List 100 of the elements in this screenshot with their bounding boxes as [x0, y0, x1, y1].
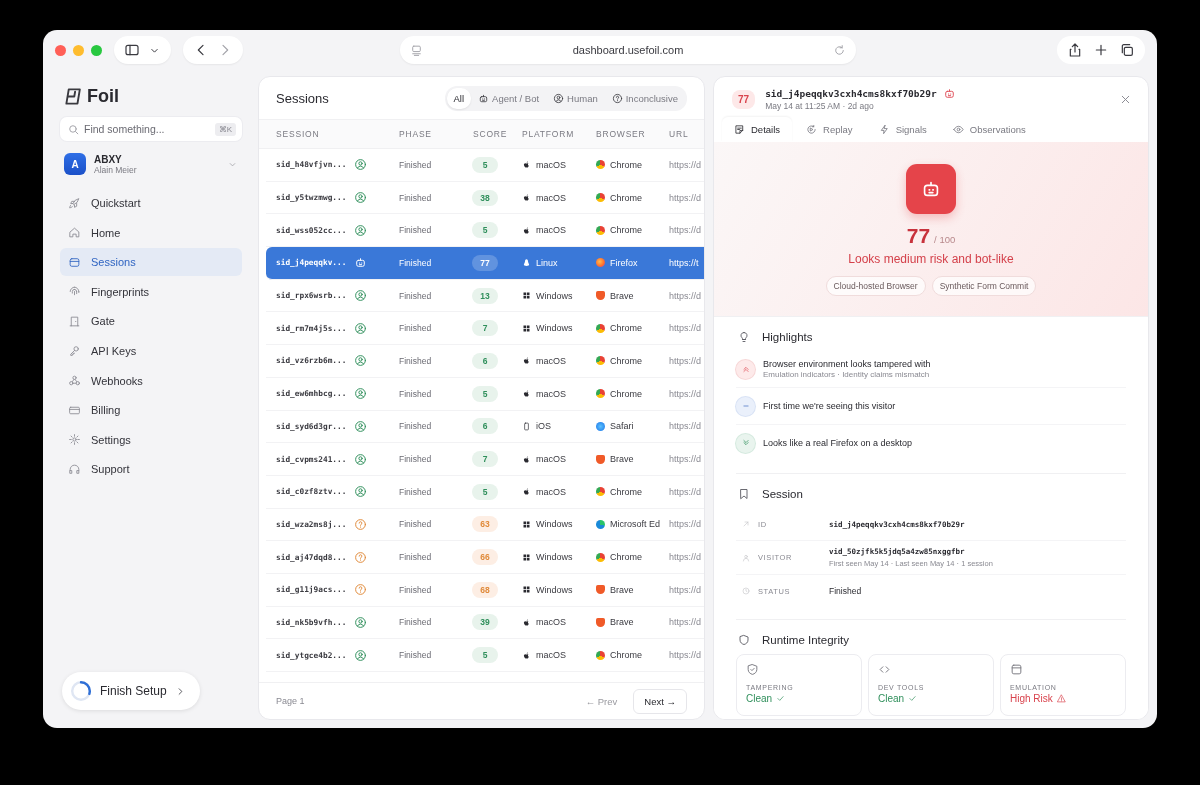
filter-tab[interactable]: Agent / Bot	[471, 87, 547, 109]
platform-name: Windows	[536, 519, 573, 530]
close-window-icon[interactable]	[55, 44, 66, 56]
check-status: Clean	[878, 693, 905, 704]
session-id: sid_j4peqqkv3cxh4cms8kxf70b29r	[765, 88, 937, 99]
filter-tab[interactable]: Inconclusive	[604, 87, 685, 109]
brand-name: Foil	[87, 86, 119, 107]
browser-logo-icon	[596, 487, 605, 497]
arrow-icon	[742, 520, 750, 528]
browser-logo-icon	[596, 585, 605, 595]
address-bar[interactable]: dashboard.usefoil.com	[400, 36, 856, 64]
signal-tag: Cloud-hosted Browser	[825, 276, 926, 296]
tabs-overview-icon[interactable]	[1119, 42, 1135, 58]
person-icon	[742, 553, 750, 562]
platform-name: Windows	[536, 552, 573, 563]
score-badge: 39	[472, 614, 498, 631]
nav-item[interactable]: Settings	[60, 425, 242, 454]
column-header: SESSION	[276, 129, 321, 139]
url-text: https://d	[669, 650, 702, 661]
browser-name: Chrome	[610, 388, 642, 399]
clock-icon	[742, 587, 750, 595]
browser-logo-icon	[596, 389, 605, 399]
nav-item[interactable]: Gate	[60, 307, 242, 336]
browser-name: Chrome	[610, 486, 642, 497]
filter-tab[interactable]: All	[446, 87, 472, 109]
phase-text: Finished	[399, 192, 432, 203]
person-icon	[354, 615, 367, 629]
windows-icon	[522, 291, 531, 301]
new-tab-icon[interactable]	[1093, 42, 1109, 58]
rocket-icon	[68, 196, 81, 210]
tab[interactable]: Details	[722, 117, 793, 142]
robot-icon	[354, 256, 367, 270]
person-icon	[354, 452, 367, 466]
person-icon	[354, 485, 367, 499]
url-text: https://d	[669, 454, 702, 465]
phase-text: Finished	[399, 519, 432, 530]
platform-name: macOS	[536, 617, 566, 628]
window-icon	[1010, 663, 1023, 676]
nav-item[interactable]: Support	[60, 455, 242, 484]
platform-name: macOS	[536, 486, 566, 497]
phase-text: Finished	[399, 421, 432, 432]
browser-name: Brave	[610, 584, 634, 595]
sidebar-toggle-button[interactable]	[114, 36, 171, 64]
score-badge: 77	[472, 254, 498, 271]
nav-item[interactable]: Home	[60, 218, 242, 247]
nav-item[interactable]: API Keys	[60, 336, 242, 365]
person-icon	[354, 223, 367, 237]
nav-item[interactable]: Billing	[60, 396, 242, 425]
browser-logo-icon	[596, 258, 605, 268]
code-icon	[878, 663, 891, 676]
tab[interactable]: Replay	[794, 117, 865, 142]
browser-name: Brave	[610, 290, 634, 301]
reload-icon[interactable]	[833, 43, 846, 57]
bolt-icon	[878, 124, 890, 135]
share-icon[interactable]	[1067, 42, 1083, 58]
filter-tab[interactable]: Human	[546, 87, 605, 109]
session-time: May 14 at 11:25 AM · 2d ago	[765, 101, 875, 111]
check-icon	[908, 694, 918, 703]
person-icon	[553, 92, 565, 104]
phase-text: Finished	[399, 454, 432, 465]
apple-icon	[522, 389, 531, 399]
platform-name: macOS	[536, 192, 566, 203]
url-text: https://d	[669, 388, 702, 399]
next-button[interactable]: Next →	[633, 688, 687, 714]
platform-name: Linux	[536, 257, 558, 268]
zoom-window-icon[interactable]	[91, 44, 102, 56]
highlight-detail: Emulation indicators · Identity claims mismatch	[763, 370, 931, 379]
nav-item[interactable]: Webhooks	[60, 366, 242, 395]
browser-name: Chrome	[610, 323, 642, 334]
nav-item[interactable]: Quickstart	[60, 189, 242, 217]
score-badge: 5	[472, 647, 498, 664]
platform-name: macOS	[536, 355, 566, 366]
robot-tile-icon	[906, 164, 956, 214]
lightbulb-icon	[738, 331, 750, 343]
finish-setup-button[interactable]: Finish Setup	[62, 672, 200, 710]
support-icon	[68, 462, 81, 476]
platform-name: macOS	[536, 388, 566, 399]
url-text: https://d	[669, 584, 702, 595]
person-icon	[354, 387, 367, 401]
score-badge: 7	[472, 451, 498, 468]
tab[interactable]: Observations	[940, 117, 1038, 142]
penguin-icon	[522, 258, 531, 268]
verdict-summary: Looks medium risk and bot-like	[848, 252, 1014, 266]
sessions-icon	[68, 255, 81, 269]
url-text: dashboard.usefoil.com	[571, 44, 685, 56]
person-icon	[354, 419, 367, 433]
nav-item[interactable]: Fingerprints	[60, 277, 242, 306]
eye-icon	[952, 124, 964, 135]
tab[interactable]: Signals	[866, 117, 939, 142]
browser-logo-icon	[596, 323, 605, 333]
browser-name: Safari	[610, 421, 634, 432]
score-badge: 5	[472, 222, 498, 239]
phase-text: Finished	[399, 225, 432, 236]
url-text: https://d	[669, 290, 702, 301]
account-switcher[interactable]: A ABXY Alain Meier	[60, 141, 242, 189]
highlight-text: First time we're seeing this visitor	[763, 401, 896, 411]
url-text: https://d	[669, 421, 702, 432]
browser-logo-icon	[596, 356, 605, 366]
url-text: https://t	[669, 257, 699, 268]
nav-item[interactable]: Sessions	[60, 248, 242, 277]
